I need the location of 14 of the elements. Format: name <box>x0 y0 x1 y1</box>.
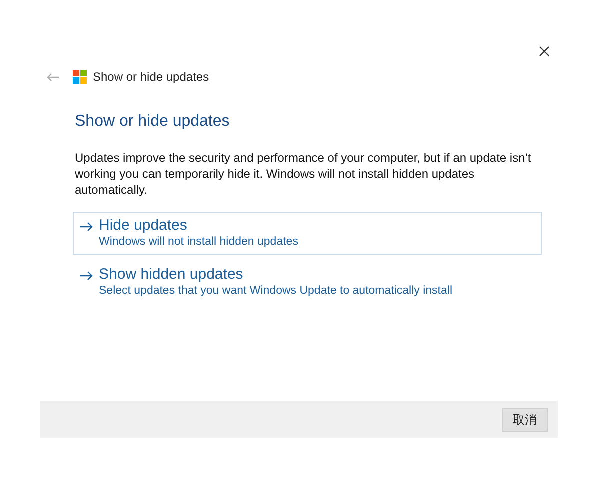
option-subtitle: Windows will not install hidden updates <box>99 235 298 250</box>
arrow-icon <box>80 271 93 281</box>
option-title: Hide updates <box>99 217 188 235</box>
option-title: Show hidden updates <box>99 266 244 284</box>
description-text: Updates improve the security and performance of your computer, but if an update isn’t working you can temporarily hide it. Windows will not install hidden updates automatically. <box>75 150 532 198</box>
cancel-button[interactable]: 取消 <box>502 408 548 432</box>
option-link[interactable]: Show hidden updates Select updates that you want Windows Update to automatically install <box>73 261 542 304</box>
arrow-icon <box>80 222 93 232</box>
option-subtitle: Select updates that you want Windows Update to automatically install <box>99 284 452 299</box>
window-title: Show or hide updates <box>93 69 210 86</box>
page-heading: Show or hide updates <box>75 112 231 132</box>
windows-logo-icon <box>73 70 87 84</box>
option-link[interactable]: Hide updates Windows will not install hidden updates <box>73 212 542 255</box>
close-icon[interactable] <box>539 46 550 57</box>
